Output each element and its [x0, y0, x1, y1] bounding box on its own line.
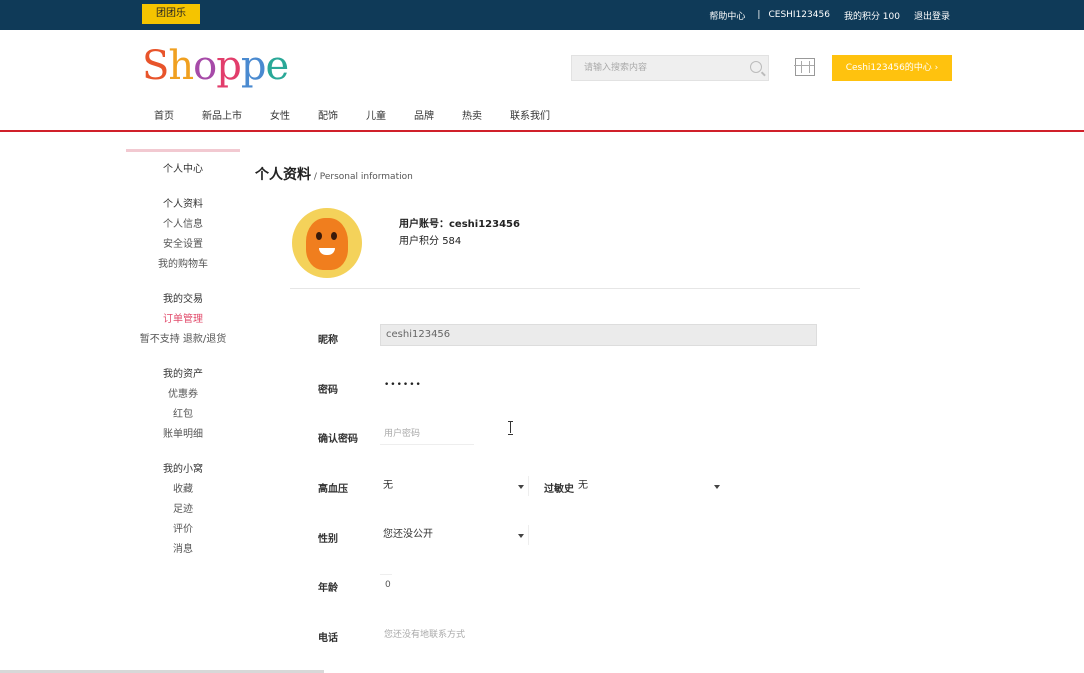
separator: |: [757, 10, 761, 20]
allergy-label: 过敏史: [544, 484, 574, 495]
nav-item-accessories[interactable]: 配饰: [318, 108, 338, 126]
sidebar-item-footprint[interactable]: 足迹: [126, 503, 240, 517]
sidebar-item-cart[interactable]: 我的购物车: [126, 258, 240, 272]
search-placeholder: 请输入搜索内容: [584, 63, 648, 73]
avatar-eye-left: [316, 232, 322, 240]
search-input[interactable]: 请输入搜索内容: [571, 55, 769, 81]
sidebar-title[interactable]: 个人中心: [126, 163, 240, 177]
top-bar: 团团乐 帮助中心 | CESHI123456 我的积分 100 退出登录: [0, 0, 1084, 30]
nav-item-contact[interactable]: 联系我们: [510, 108, 550, 126]
age-field[interactable]: 0: [380, 574, 392, 594]
text-cursor-icon: [508, 421, 514, 435]
nickname-label: 昵称: [318, 335, 338, 346]
gender-label: 性别: [318, 534, 338, 545]
tuan-button[interactable]: 团团乐: [142, 4, 200, 24]
logout-link[interactable]: 退出登录: [914, 9, 950, 22]
sidebar-item-messages[interactable]: 消息: [126, 543, 240, 557]
sidebar-item-refund[interactable]: 暂不支持 退款/退货: [106, 333, 260, 347]
hypertension-value: 无: [383, 480, 393, 491]
sidebar-item-orders[interactable]: 订单管理: [126, 313, 240, 327]
chevron-down-icon: [714, 485, 720, 489]
gender-select[interactable]: 您还没公开: [381, 525, 529, 545]
confirm-password-field[interactable]: 用户密码: [380, 423, 474, 445]
nav-item-hot[interactable]: 热卖: [462, 108, 482, 126]
top-links: 帮助中心 | CESHI123456 我的积分 100 退出登录: [695, 0, 950, 30]
account-points: 用户积分 584: [399, 236, 462, 247]
search-icon[interactable]: [750, 61, 762, 73]
nav-item-new[interactable]: 新品上市: [202, 108, 242, 126]
sidebar-item-security[interactable]: 安全设置: [126, 238, 240, 252]
sidebar-item-bills[interactable]: 账单明细: [126, 428, 240, 442]
hypertension-select[interactable]: 无: [381, 476, 529, 496]
nav-item-home[interactable]: 首页: [154, 108, 174, 126]
phone-field[interactable]: 您还没有地联系方式: [384, 627, 465, 640]
nav-item-kids[interactable]: 儿童: [366, 108, 386, 126]
sidebar-item-reviews[interactable]: 评价: [126, 523, 240, 537]
sidebar-item-redpacket[interactable]: 红包: [126, 408, 240, 422]
page-title: 个人资料 / Personal information: [255, 164, 413, 184]
sidebar-item-coupons[interactable]: 优惠券: [126, 388, 240, 402]
phone-label: 电话: [318, 633, 338, 644]
nav-item-women[interactable]: 女性: [270, 108, 290, 126]
sidebar-item-info[interactable]: 个人信息: [126, 218, 240, 232]
sidebar-item-profile[interactable]: 个人资料: [126, 198, 240, 212]
sidebar-item-assets[interactable]: 我的资产: [126, 368, 240, 382]
avatar-eye-right: [331, 232, 337, 240]
allergy-select[interactable]: 无: [576, 476, 724, 496]
profile-divider: [290, 288, 860, 289]
username-link[interactable]: CESHI123456: [768, 10, 829, 20]
allergy-value: 无: [578, 480, 588, 491]
gender-value: 您还没公开: [383, 529, 433, 540]
chevron-down-icon: [518, 534, 524, 538]
nickname-field[interactable]: ceshi123456: [380, 324, 817, 346]
sidebar-item-favorites[interactable]: 收藏: [126, 483, 240, 497]
shoppe-logo[interactable]: Shoppe: [142, 42, 289, 90]
password-label: 密码: [318, 385, 338, 396]
chevron-down-icon: [518, 485, 524, 489]
points-link[interactable]: 我的积分 100: [844, 9, 900, 22]
account-info: 用户账号：ceshi123456 用户积分 584: [399, 216, 520, 250]
hypertension-label: 高血压: [318, 484, 348, 495]
age-label: 年龄: [318, 583, 338, 594]
avatar-mascot: [306, 218, 348, 270]
help-center-link[interactable]: 帮助中心: [709, 9, 745, 22]
account-id: 用户账号：ceshi123456: [399, 219, 520, 230]
nav-item-brands[interactable]: 品牌: [414, 108, 434, 126]
header-divider: [0, 130, 1084, 132]
sidebar-item-nest[interactable]: 我的小窝: [126, 463, 240, 477]
sidebar-item-trade[interactable]: 我的交易: [126, 293, 240, 307]
page-subtitle: / Personal information: [311, 172, 413, 182]
page-title-text: 个人资料: [255, 167, 311, 183]
sidebar-accent: [126, 149, 240, 152]
avatar[interactable]: [292, 208, 362, 278]
confirm-password-label: 确认密码: [318, 434, 358, 445]
store-icon[interactable]: [794, 58, 815, 76]
password-field[interactable]: ••••••: [384, 380, 422, 390]
user-center-button[interactable]: Ceshi123456的中心 ›: [832, 55, 952, 81]
main-nav: 首页 新品上市 女性 配饰 儿童 品牌 热卖 联系我们: [154, 108, 578, 126]
